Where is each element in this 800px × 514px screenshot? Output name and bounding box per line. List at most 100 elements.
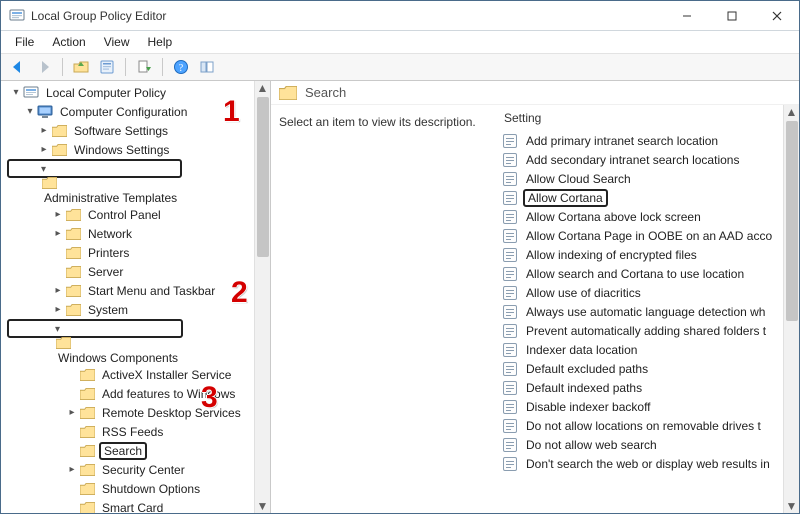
chevron-right-icon[interactable]: ▸ <box>51 209 65 220</box>
setting-row[interactable]: Allow Cortana Page in OOBE on an AAD acc… <box>500 226 783 245</box>
setting-row[interactable]: Default indexed paths <box>500 378 783 397</box>
settings-list-inner: Setting Add primary intranet search loca… <box>496 105 783 513</box>
tree-server[interactable]: ▸ Server <box>5 262 254 281</box>
tree-security-center[interactable]: ▸ Security Center <box>5 460 254 479</box>
tree-shutdown-options[interactable]: ▸ Shutdown Options <box>5 479 254 498</box>
description-prompt: Select an item to view its description. <box>279 115 476 129</box>
setting-row[interactable]: Don't search the web or display web resu… <box>500 454 783 473</box>
minimize-button[interactable] <box>664 1 709 30</box>
chevron-right-icon[interactable]: ▸ <box>51 285 65 296</box>
tree-windows-settings[interactable]: ▸ Windows Settings <box>5 140 254 159</box>
tree-software-settings[interactable]: ▸ Software Settings <box>5 121 254 140</box>
settings-column-header[interactable]: Setting <box>496 105 783 129</box>
annotation-1: 1 <box>223 95 240 129</box>
scroll-up-icon[interactable]: ▲ <box>785 105 799 119</box>
setting-row[interactable]: Indexer data location <box>500 340 783 359</box>
up-folder-button[interactable] <box>70 56 92 78</box>
description-column: Select an item to view its description. <box>271 105 496 513</box>
setting-row[interactable]: Allow Cortana above lock screen <box>500 207 783 226</box>
help-button[interactable]: ? <box>170 56 192 78</box>
chevron-down-icon[interactable]: ▾ <box>23 106 37 117</box>
tree-printers[interactable]: ▸ Printers <box>5 243 254 262</box>
tree-search[interactable]: ▸ Search <box>5 441 254 460</box>
policy-root-icon <box>23 85 39 101</box>
show-hide-tree-button[interactable] <box>196 56 218 78</box>
setting-label: Allow search and Cortana to use location <box>523 266 747 282</box>
tree-root[interactable]: ▾ Local Computer Policy <box>5 83 254 102</box>
tree-label: Smart Card <box>99 500 166 514</box>
tree-scroll[interactable]: ▾ Local Computer Policy ▾ Computer Confi… <box>1 81 254 513</box>
chevron-down-icon[interactable]: ▾ <box>55 324 60 335</box>
tree-network[interactable]: ▸ Network <box>5 224 254 243</box>
detail-title: Search <box>305 85 346 100</box>
policy-icon <box>502 380 518 396</box>
chevron-down-icon[interactable]: ▾ <box>9 87 23 98</box>
setting-label: Don't search the web or display web resu… <box>523 456 773 472</box>
tree-smart-card[interactable]: ▸ Smart Card <box>5 498 254 513</box>
scroll-thumb[interactable] <box>786 121 798 321</box>
setting-row[interactable]: Always use automatic language detection … <box>500 302 783 321</box>
tree-computer-configuration[interactable]: ▾ Computer Configuration <box>5 102 254 121</box>
setting-row[interactable]: Default excluded paths <box>500 359 783 378</box>
setting-row[interactable]: Add primary intranet search location <box>500 131 783 150</box>
chevron-right-icon[interactable]: ▸ <box>51 228 65 239</box>
settings-list: Add primary intranet search locationAdd … <box>496 129 783 475</box>
setting-row[interactable]: Allow search and Cortana to use location <box>500 264 783 283</box>
setting-row[interactable]: Disable indexer backoff <box>500 397 783 416</box>
window-title: Local Group Policy Editor <box>31 9 664 23</box>
back-button[interactable] <box>7 56 29 78</box>
properties-button[interactable] <box>96 56 118 78</box>
menu-view[interactable]: View <box>96 33 138 51</box>
forward-button[interactable] <box>33 56 55 78</box>
folder-icon <box>65 226 81 242</box>
menu-help[interactable]: Help <box>140 33 181 51</box>
tree-system[interactable]: ▸ System <box>5 300 254 319</box>
scroll-down-icon[interactable]: ▼ <box>256 499 270 513</box>
tree-start-menu[interactable]: ▸ Start Menu and Taskbar <box>5 281 254 300</box>
chevron-right-icon[interactable]: ▸ <box>65 407 79 418</box>
scroll-down-icon[interactable]: ▼ <box>785 499 799 513</box>
tree-rss[interactable]: ▸ RSS Feeds <box>5 422 254 441</box>
folder-icon <box>55 335 71 351</box>
export-list-button[interactable] <box>133 56 155 78</box>
tree-control-panel[interactable]: ▸ Control Panel <box>5 205 254 224</box>
detail-body: Select an item to view its description. … <box>271 105 799 513</box>
policy-icon <box>502 171 518 187</box>
tree-label: Search <box>99 442 147 460</box>
chevron-right-icon[interactable]: ▸ <box>37 125 51 136</box>
setting-row[interactable]: Allow Cortana <box>500 188 783 207</box>
setting-row[interactable]: Allow use of diacritics <box>500 283 783 302</box>
setting-row[interactable]: Prevent automatically adding shared fold… <box>500 321 783 340</box>
setting-row[interactable]: Add secondary intranet search locations <box>500 150 783 169</box>
folder-icon <box>79 500 95 514</box>
setting-row[interactable]: Do not allow web search <box>500 435 783 454</box>
chevron-right-icon[interactable]: ▸ <box>51 304 65 315</box>
scroll-thumb[interactable] <box>257 97 269 257</box>
policy-icon <box>502 361 518 377</box>
settings-scrollbar[interactable]: ▲ ▼ <box>783 105 799 513</box>
chevron-down-icon[interactable]: ▾ <box>41 164 46 175</box>
chevron-right-icon[interactable]: ▸ <box>65 464 79 475</box>
maximize-button[interactable] <box>709 1 754 30</box>
menu-action[interactable]: Action <box>44 33 93 51</box>
policy-icon <box>502 190 518 206</box>
folder-icon <box>79 386 95 402</box>
folder-icon <box>79 443 95 459</box>
tree-label: Computer Configuration <box>57 104 190 120</box>
folder-icon <box>51 142 67 158</box>
folder-icon <box>51 123 67 139</box>
svg-text:?: ? <box>179 63 184 74</box>
detail-header: Search <box>271 81 799 105</box>
scroll-up-icon[interactable]: ▲ <box>256 81 270 95</box>
chevron-right-icon[interactable]: ▸ <box>37 144 51 155</box>
tree-label: Software Settings <box>71 123 171 139</box>
setting-row[interactable]: Do not allow locations on removable driv… <box>500 416 783 435</box>
tree-administrative-templates[interactable]: ▾ Administrative Templates <box>7 159 182 178</box>
setting-row[interactable]: Allow indexing of encrypted files <box>500 245 783 264</box>
tree-scrollbar[interactable]: ▲ ▼ <box>254 81 270 513</box>
menu-file[interactable]: File <box>7 33 42 51</box>
setting-row[interactable]: Allow Cloud Search <box>500 169 783 188</box>
close-button[interactable] <box>754 1 799 30</box>
tree-windows-components[interactable]: ▾ Windows Components <box>7 319 183 338</box>
computer-icon <box>37 104 53 120</box>
